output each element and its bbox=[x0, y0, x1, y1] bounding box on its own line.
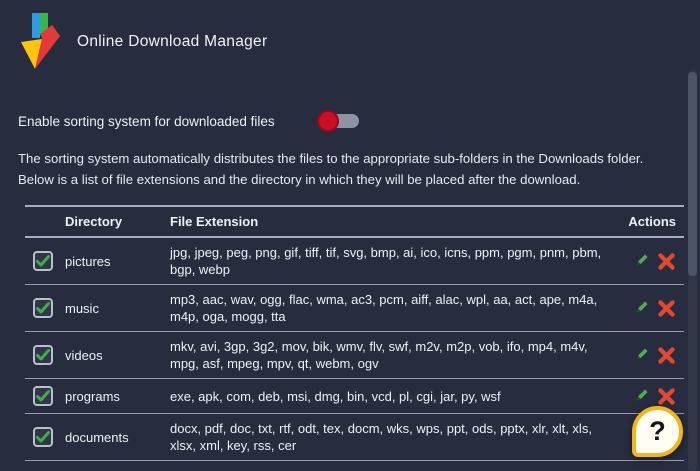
delete-button[interactable] bbox=[657, 387, 676, 406]
directory-name: videos bbox=[65, 347, 103, 363]
download-arrow-icon bbox=[18, 12, 62, 72]
x-mark-icon bbox=[658, 387, 675, 405]
row-actions bbox=[620, 252, 676, 271]
row-checkbox[interactable] bbox=[33, 298, 53, 318]
checkmark-icon bbox=[36, 302, 50, 314]
directory-name: music bbox=[65, 300, 99, 316]
pencil-icon bbox=[635, 389, 648, 401]
x-mark-icon bbox=[658, 252, 675, 270]
extensions-table: Directory File Extension Actions picture… bbox=[25, 205, 684, 461]
row-actions bbox=[620, 387, 676, 406]
checkmark-icon bbox=[36, 431, 50, 443]
checkmark-icon bbox=[36, 349, 50, 361]
table-row: videos mkv, avi, 3gp, 3g2, mov, bik, wmv… bbox=[25, 332, 684, 379]
x-mark-icon bbox=[658, 346, 675, 364]
row-actions bbox=[620, 346, 676, 365]
sorting-toggle[interactable] bbox=[316, 110, 359, 132]
sorting-description: The sorting system automatically distrib… bbox=[18, 151, 644, 187]
directory-name: documents bbox=[65, 429, 129, 445]
extension-list: jpg, jpeg, peg, png, gif, tiff, tif, svg… bbox=[170, 245, 602, 277]
edit-button[interactable] bbox=[631, 346, 650, 365]
table-body: pictures jpg, jpeg, peg, png, gif, tiff,… bbox=[25, 238, 684, 461]
row-checkbox[interactable] bbox=[33, 345, 53, 365]
table-header-row: Directory File Extension Actions bbox=[25, 205, 684, 238]
table-row: documents docx, pdf, doc, txt, rtf, odt,… bbox=[25, 414, 684, 461]
scrollbar-thumb[interactable] bbox=[688, 72, 697, 276]
extension-list: mkv, avi, 3gp, 3g2, mov, bik, wmv, flv, … bbox=[170, 339, 588, 371]
row-checkbox[interactable] bbox=[33, 386, 53, 406]
question-mark-icon: ? bbox=[649, 416, 666, 446]
app-header: Online Download Manager bbox=[18, 12, 267, 72]
scrollbar-track[interactable] bbox=[688, 70, 697, 471]
edit-button[interactable] bbox=[631, 252, 650, 271]
table-row: pictures jpg, jpeg, peg, png, gif, tiff,… bbox=[25, 238, 684, 285]
extension-list: exe, apk, com, deb, msi, dmg, bin, vcd, … bbox=[170, 388, 501, 404]
help-button[interactable]: ? bbox=[632, 406, 683, 457]
delete-button[interactable] bbox=[657, 346, 676, 365]
toggle-knob bbox=[316, 110, 339, 132]
extension-list: mp3, aac, wav, ogg, flac, wma, ac3, pcm,… bbox=[170, 292, 598, 324]
delete-button[interactable] bbox=[657, 299, 676, 318]
checkmark-icon bbox=[36, 255, 50, 267]
checkmark-icon bbox=[36, 390, 50, 402]
table-row: programs exe, apk, com, deb, msi, dmg, b… bbox=[25, 379, 684, 414]
extension-list: docx, pdf, doc, txt, rtf, odt, tex, docm… bbox=[170, 421, 592, 453]
app-title: Online Download Manager bbox=[77, 33, 268, 50]
pencil-icon bbox=[635, 254, 648, 266]
header-actions: Actions bbox=[628, 214, 676, 229]
edit-button[interactable] bbox=[631, 299, 650, 318]
row-checkbox[interactable] bbox=[33, 251, 53, 271]
directory-name: programs bbox=[65, 388, 120, 404]
x-mark-icon bbox=[658, 299, 675, 317]
delete-button[interactable] bbox=[657, 252, 676, 271]
pencil-icon bbox=[635, 301, 648, 313]
pencil-icon bbox=[635, 348, 648, 360]
directory-name: pictures bbox=[65, 253, 111, 269]
row-actions bbox=[620, 299, 676, 318]
sorting-toggle-label: Enable sorting system for downloaded fil… bbox=[18, 113, 275, 129]
sorting-toggle-row: Enable sorting system for downloaded fil… bbox=[18, 110, 359, 132]
table-row: music mp3, aac, wav, ogg, flac, wma, ac3… bbox=[25, 285, 684, 332]
header-directory: Directory bbox=[65, 214, 123, 229]
header-file-extension: File Extension bbox=[170, 214, 259, 229]
edit-button[interactable] bbox=[631, 387, 650, 406]
row-checkbox[interactable] bbox=[33, 427, 53, 447]
